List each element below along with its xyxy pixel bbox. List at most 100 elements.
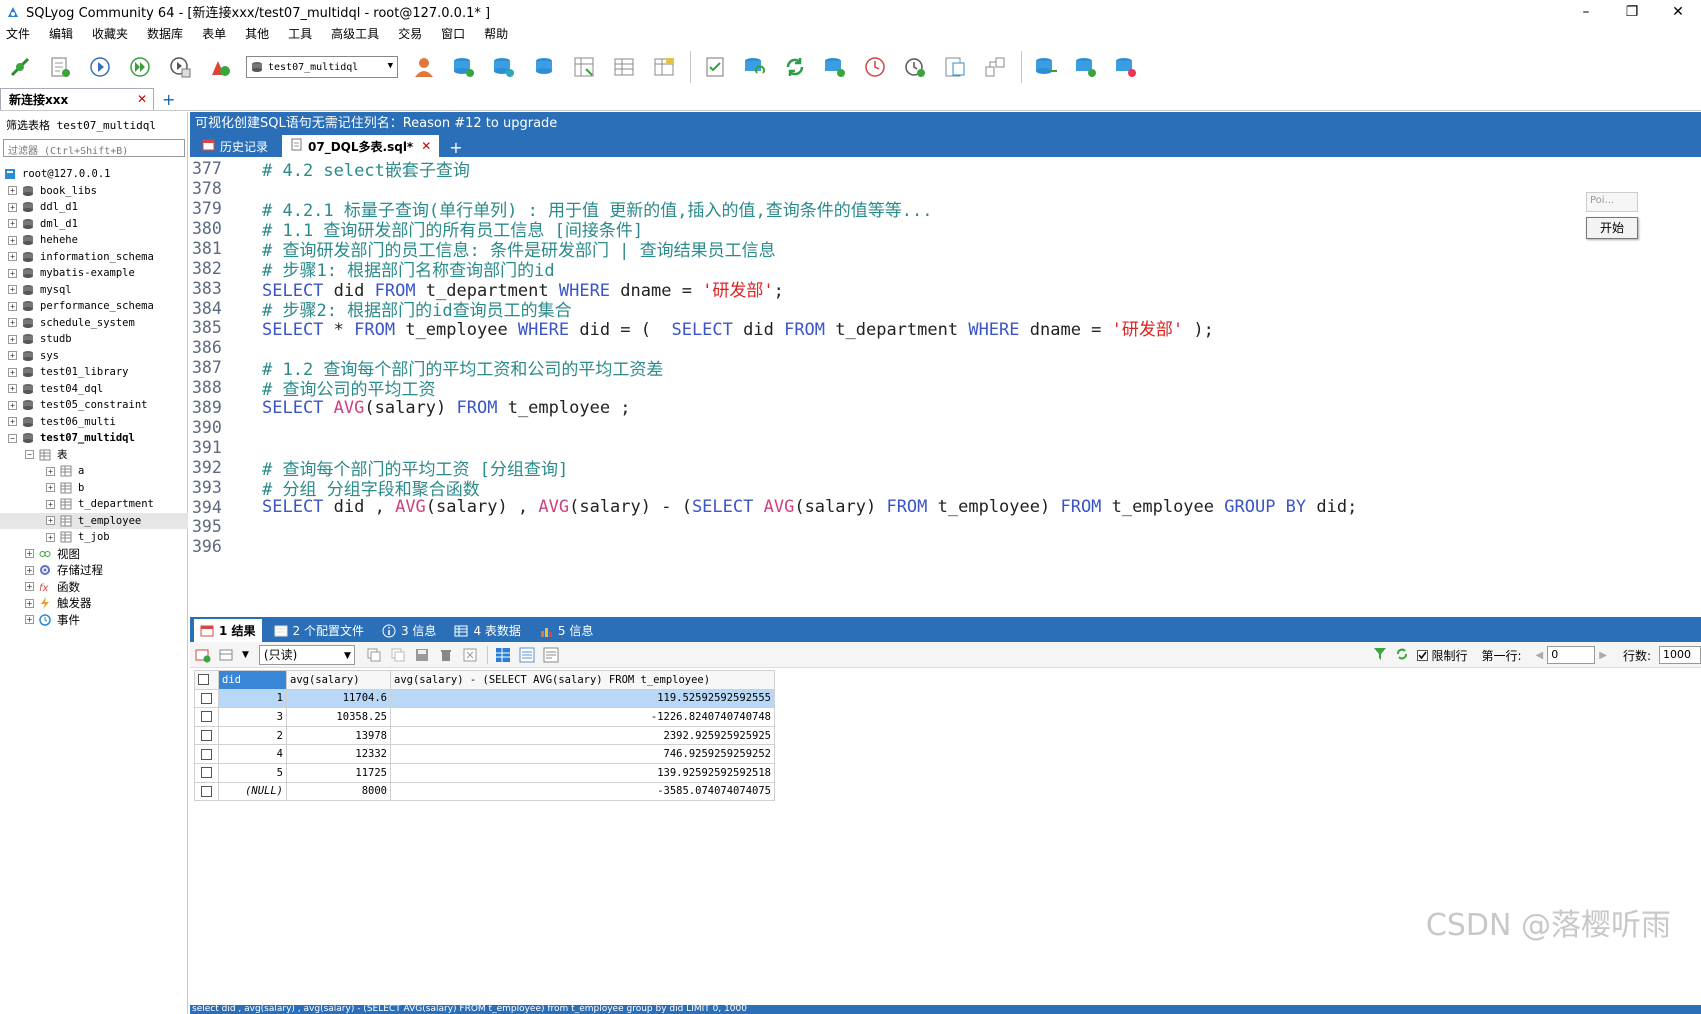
- tab-results[interactable]: 1 结果: [194, 619, 262, 642]
- tree-table[interactable]: + t_department: [0, 496, 188, 513]
- tree-table[interactable]: + b: [0, 480, 188, 497]
- execute-query-icon[interactable]: [86, 53, 114, 81]
- row-checkbox[interactable]: [201, 730, 212, 742]
- notifications-icon[interactable]: [941, 53, 969, 81]
- refresh-icon[interactable]: [1395, 647, 1409, 664]
- copy-database-icon[interactable]: [530, 53, 558, 81]
- migration-icon[interactable]: [1032, 53, 1060, 81]
- expand-icon[interactable]: +: [8, 367, 17, 377]
- close-window-button[interactable]: ✕: [1655, 0, 1701, 23]
- upgrade-banner[interactable]: 可视化创建SQL语句无需记住列名：Reason #12 to upgrade: [190, 112, 1701, 135]
- expand-icon[interactable]: +: [8, 252, 17, 262]
- create-database-icon[interactable]: [450, 53, 478, 81]
- expand-icon[interactable]: +: [8, 235, 17, 245]
- new-connection-icon[interactable]: [6, 53, 34, 81]
- table-data-icon[interactable]: [610, 53, 638, 81]
- tree-database[interactable]: + studb: [0, 331, 188, 348]
- copy-row-icon[interactable]: [389, 646, 407, 664]
- limit-rows-checkbox[interactable]: [1417, 649, 1429, 661]
- expand-icon[interactable]: +: [25, 615, 34, 625]
- close-tab-icon[interactable]: ✕: [421, 139, 431, 153]
- menu-favorites[interactable]: 收藏夹: [92, 25, 128, 42]
- tree-database[interactable]: + mysql: [0, 282, 188, 299]
- restore-button[interactable]: ❐: [1609, 0, 1655, 23]
- execute-all-icon[interactable]: [126, 53, 154, 81]
- table-cell[interactable]: 1: [218, 688, 287, 709]
- close-tab-icon[interactable]: ✕: [137, 92, 147, 106]
- row-checkbox-cell[interactable]: [194, 781, 219, 802]
- table-cell[interactable]: 2392.925925925925: [390, 725, 775, 746]
- table-cell[interactable]: 139.92592592592518: [390, 762, 775, 783]
- sql-editor[interactable]: 377 # 4.2 select嵌套子查询 378 379 # 4.2.1 标量子查询(…: [190, 157, 1701, 597]
- structure-sync-icon[interactable]: [1112, 53, 1140, 81]
- table-row[interactable]: 2 13978 2392.925925925925: [194, 725, 775, 746]
- menu-advanced-tools[interactable]: 高级工具: [331, 25, 379, 42]
- tree-table[interactable]: + a: [0, 463, 188, 480]
- table-row[interactable]: (NULL) 8000 -3585.074074074075: [194, 781, 775, 802]
- grid-options-icon[interactable]: [218, 646, 236, 664]
- prev-page-icon[interactable]: ◀: [1536, 650, 1544, 661]
- minimize-button[interactable]: –: [1563, 0, 1609, 23]
- tree-database[interactable]: + information_schema: [0, 249, 188, 266]
- expand-icon[interactable]: +: [8, 268, 17, 278]
- table-cell[interactable]: 13978: [286, 725, 391, 746]
- stop-query-icon[interactable]: [206, 53, 234, 81]
- rows-input[interactable]: 1000: [1659, 646, 1701, 664]
- tree-folder[interactable]: + 视图: [0, 546, 188, 563]
- row-checkbox-cell[interactable]: [194, 688, 219, 709]
- table-cell[interactable]: -3585.074074074075: [390, 781, 775, 802]
- table-cell[interactable]: 119.52592592592555: [390, 688, 775, 709]
- expand-icon[interactable]: +: [8, 318, 17, 328]
- expand-icon[interactable]: +: [8, 400, 17, 410]
- tab-table-data[interactable]: 4 表数据: [448, 619, 526, 642]
- expand-icon[interactable]: +: [25, 582, 34, 592]
- import-icon[interactable]: [821, 53, 849, 81]
- database-selector[interactable]: test07_multidql ▼: [246, 56, 398, 78]
- menu-edit[interactable]: 编辑: [49, 25, 73, 42]
- table-cell[interactable]: 11725: [286, 762, 391, 783]
- tree-database[interactable]: + schedule_system: [0, 315, 188, 332]
- select-all-checkbox-cell[interactable]: [194, 670, 219, 690]
- tree-database[interactable]: + ddl_d1: [0, 199, 188, 216]
- expand-icon[interactable]: +: [46, 483, 55, 493]
- table-cell[interactable]: 746.9259259259252: [390, 744, 775, 764]
- tree-folder[interactable]: + fx 函数: [0, 579, 188, 596]
- table-cell[interactable]: 10358.25: [286, 707, 391, 727]
- row-checkbox-cell[interactable]: [194, 744, 219, 764]
- expand-icon[interactable]: +: [25, 549, 34, 559]
- tab-query-active[interactable]: 07_DQL多表.sql* ✕: [282, 135, 440, 157]
- menu-window[interactable]: 窗口: [441, 25, 465, 42]
- create-table-icon[interactable]: [490, 53, 518, 81]
- expand-icon[interactable]: +: [25, 565, 34, 575]
- expand-icon[interactable]: +: [8, 334, 17, 344]
- add-row-icon[interactable]: [194, 646, 212, 664]
- tree-table[interactable]: + t_job: [0, 529, 188, 546]
- connection-tab[interactable]: 新连接xxx ✕: [0, 88, 154, 110]
- schema-sync-icon[interactable]: [981, 53, 1009, 81]
- tab-info-2[interactable]: 5 信息: [533, 619, 599, 642]
- next-page-icon[interactable]: ▶: [1599, 650, 1607, 661]
- tree-database[interactable]: + test04_dql: [0, 381, 188, 398]
- tree-folder-tables[interactable]: − 表: [0, 447, 188, 464]
- row-checkbox[interactable]: [201, 767, 212, 779]
- form-view-icon[interactable]: [518, 646, 536, 664]
- table-cell[interactable]: (NULL): [218, 781, 287, 802]
- cancel-changes-icon[interactable]: [461, 646, 479, 664]
- filter-input[interactable]: 过滤器 (Ctrl+Shift+B): [3, 139, 185, 157]
- table-cell[interactable]: 8000: [286, 781, 391, 802]
- scheduler-icon[interactable]: [861, 53, 889, 81]
- tree-root[interactable]: root@127.0.0.1: [0, 166, 188, 183]
- menu-transaction[interactable]: 交易: [398, 25, 422, 42]
- save-icon[interactable]: [413, 646, 431, 664]
- menu-other[interactable]: 其他: [245, 25, 269, 42]
- table-cell[interactable]: -1226.8240740740748: [390, 707, 775, 727]
- expand-icon[interactable]: +: [46, 499, 55, 509]
- tree-folder[interactable]: + 存储过程: [0, 562, 188, 579]
- column-header-did[interactable]: did: [218, 670, 287, 690]
- tree-database[interactable]: + mybatis-example: [0, 265, 188, 282]
- table-cell[interactable]: 2: [218, 725, 287, 746]
- expand-icon[interactable]: +: [25, 598, 34, 608]
- menu-file[interactable]: 文件: [6, 25, 30, 42]
- tree-table[interactable]: + t_employee: [0, 512, 188, 529]
- menu-database[interactable]: 数据库: [147, 25, 183, 42]
